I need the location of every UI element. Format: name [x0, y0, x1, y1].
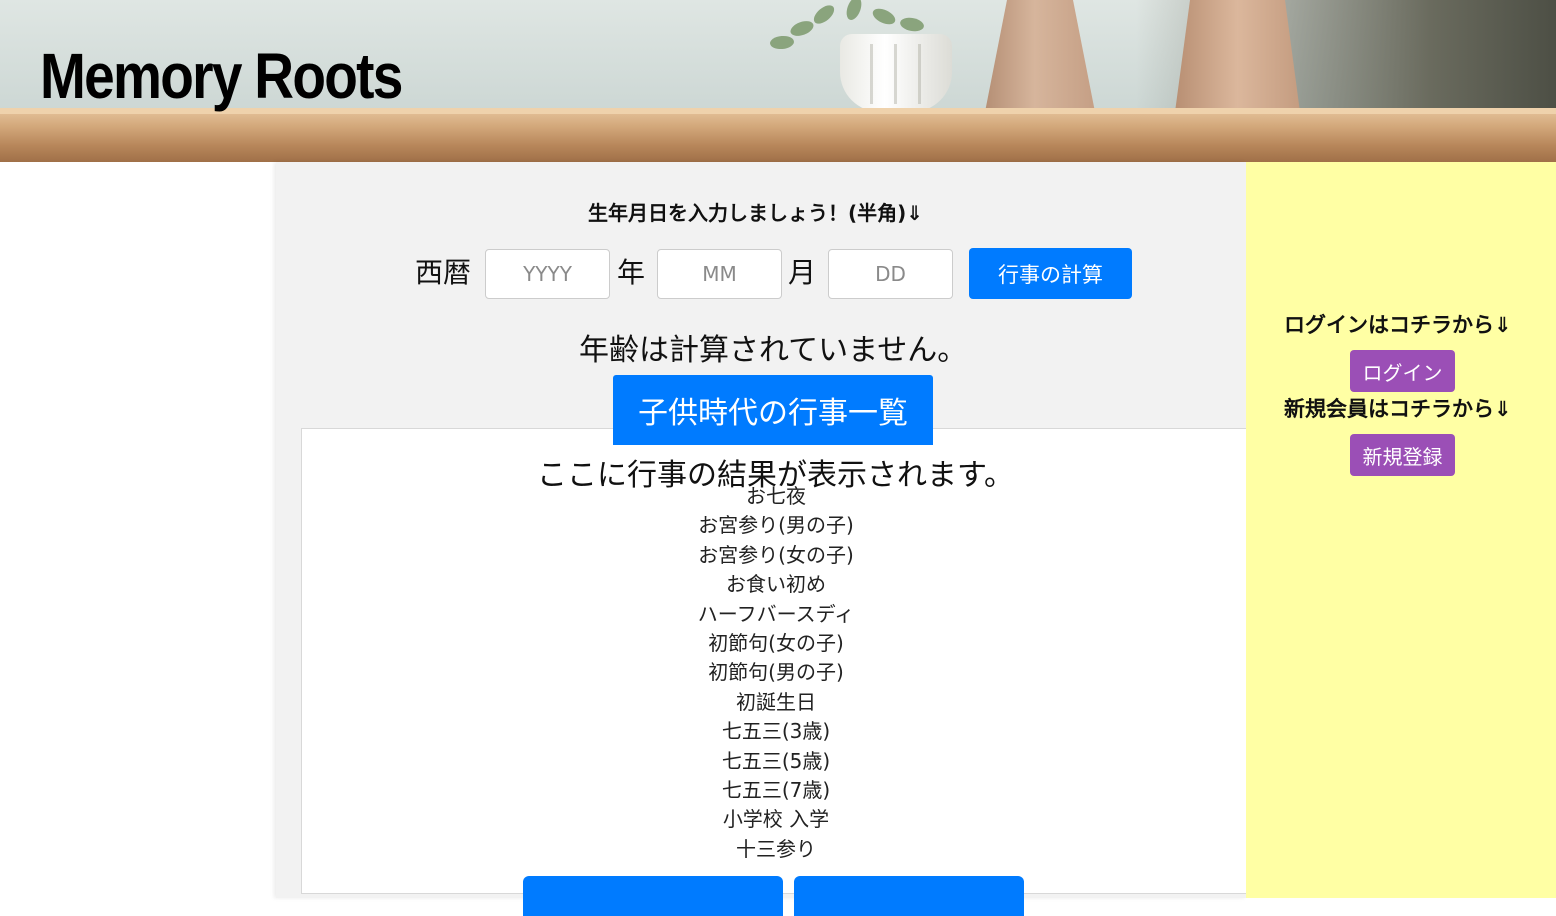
event-item: 初節句(男の子): [708, 660, 844, 685]
birth-day-input[interactable]: [828, 249, 953, 299]
event-item: 初節句(女の子): [708, 630, 844, 655]
register-button[interactable]: 新規登録: [1350, 434, 1455, 476]
plant-leaf-decoration: [870, 5, 898, 28]
shelf-decoration: [0, 108, 1556, 162]
event-item: 七五三(5歳): [721, 748, 831, 773]
year-unit-label: 年: [617, 256, 646, 289]
login-button[interactable]: ログイン: [1350, 350, 1455, 392]
plant-leaf-decoration: [810, 1, 838, 28]
event-item: お食い初め: [726, 572, 826, 597]
login-heading: ログインはコチラから⇓: [1284, 313, 1512, 337]
event-item: お宮参り(男の子): [698, 513, 854, 538]
era-label: 西暦: [415, 256, 472, 289]
birth-year-input[interactable]: [485, 249, 610, 299]
event-item: 七五三(3歳): [721, 719, 831, 744]
event-item: 七五三(7歳): [721, 777, 831, 802]
event-item: 十三参り: [736, 836, 816, 861]
childhood-events-tab-button[interactable]: 子供時代の行事一覧: [613, 375, 933, 445]
event-list: お七夜 お宮参り(男の子) お宮参り(女の子) お食い初め ハーフバースディ 初…: [676, 482, 876, 864]
birthdate-prompt: 生年月日を入力しましょう！(半角)⇓: [588, 201, 924, 225]
site-title[interactable]: Memory Roots: [40, 44, 403, 108]
event-item: お七夜: [746, 484, 806, 508]
vase-decoration: [985, 0, 1095, 112]
header-banner: Memory Roots: [0, 0, 1556, 162]
birth-month-input[interactable]: [657, 249, 782, 299]
event-item: ハーフバースディ: [697, 601, 855, 626]
bottom-action-button-left[interactable]: [523, 876, 783, 916]
bottom-action-button-right[interactable]: [794, 876, 1024, 916]
event-item: 小学校 入学: [722, 807, 830, 832]
month-unit-label: 月: [788, 256, 817, 289]
plant-leaf-decoration: [769, 34, 795, 51]
event-item: 初誕生日: [736, 689, 816, 714]
plant-leaf-decoration: [788, 18, 816, 39]
vase-decoration: [1175, 0, 1300, 112]
plant-leaf-decoration: [899, 16, 925, 33]
age-status-text: 年齢は計算されていません。: [579, 333, 968, 368]
plant-leaf-decoration: [843, 0, 865, 22]
calculate-events-button[interactable]: 行事の計算: [969, 248, 1132, 299]
event-item: お宮参り(女の子): [698, 542, 854, 567]
account-sidebar: [1246, 162, 1556, 898]
register-heading: 新規会員はコチラから⇓: [1284, 397, 1512, 421]
